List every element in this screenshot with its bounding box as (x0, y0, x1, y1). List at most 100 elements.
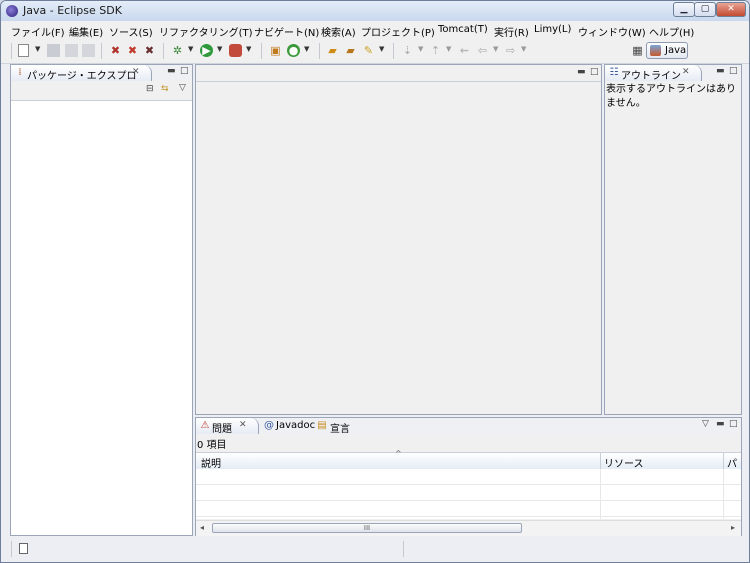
package-explorer-tab-label: パッケージ・エクスプロ (27, 71, 137, 82)
external-tools-dropdown-icon[interactable]: ▼ (246, 45, 251, 53)
minimize-button[interactable]: ▁ (673, 2, 695, 17)
back-icon[interactable]: ⇦ (476, 44, 489, 57)
column-path[interactable]: パ (727, 455, 737, 470)
open-perspective-icon[interactable]: ▦ (631, 44, 644, 57)
open-task-icon[interactable]: ▰ (344, 44, 357, 57)
scroll-right-icon[interactable]: ▸ (731, 523, 735, 532)
column-divider[interactable] (723, 453, 724, 469)
horizontal-scrollbar[interactable]: ◂ III ▸ (196, 520, 741, 536)
close-icon[interactable]: ✕ (682, 67, 690, 77)
problems-panel: ⚠ 問題 ✕ @ Javadoc ▤ 宣言 ▽ ▬ □ 0 項目 説明 ^ リソ… (195, 417, 742, 536)
menu-tomcat[interactable]: Tomcat(T) (438, 24, 488, 35)
new-dropdown-icon[interactable]: ▼ (35, 45, 40, 53)
menu-help[interactable]: ヘルプ(H) (649, 24, 694, 39)
debug-icon[interactable]: ✲ (171, 44, 184, 57)
java-perspective-label: Java (665, 45, 687, 56)
new-class-dropdown-icon[interactable]: ▼ (304, 45, 309, 53)
maximize-view-icon[interactable]: □ (729, 419, 738, 429)
title-bar: Java - Eclipse SDK ▁ ▢ ✕ (1, 1, 749, 22)
menu-refactor[interactable]: リファクタリング(T) (159, 24, 253, 39)
minimize-editor-icon[interactable]: ▬ (577, 67, 586, 77)
maximize-editor-icon[interactable]: □ (590, 67, 599, 77)
menu-search[interactable]: 検索(A) (321, 24, 356, 39)
search-dropdown-icon[interactable]: ▼ (379, 45, 384, 53)
package-explorer-tabstrip: ⁞ パッケージ・エクスプロ ✕ ▬ □ (11, 65, 192, 82)
forward-dropdown-icon[interactable]: ▼ (521, 45, 526, 53)
maximize-view-icon[interactable]: □ (180, 66, 189, 76)
next-annotation-icon[interactable]: ⇣ (401, 44, 414, 57)
close-icon[interactable]: ✕ (132, 67, 140, 77)
last-edit-icon[interactable]: ⇜ (458, 44, 471, 57)
outline-panel: ☷ アウトライン ✕ ▬ □ 表示するアウトラインはありません。 (604, 64, 742, 415)
problems-table-body[interactable] (196, 469, 741, 519)
javadoc-icon[interactable]: @ (263, 420, 275, 432)
editor-divider (196, 81, 601, 82)
view-menu-icon[interactable]: ▽ (702, 419, 709, 429)
view-menu-icon[interactable]: ▽ (179, 83, 186, 93)
save-icon[interactable] (47, 44, 60, 57)
tab-package-explorer[interactable]: ⁞ パッケージ・エクスプロ ✕ (11, 65, 152, 82)
forward-icon[interactable]: ⇨ (504, 44, 517, 57)
previous-annotation-icon[interactable]: ⇡ (429, 44, 442, 57)
back-dropdown-icon[interactable]: ▼ (493, 45, 498, 53)
scroll-left-icon[interactable]: ◂ (200, 523, 204, 532)
tab-problems[interactable]: ⚠ 問題 ✕ (196, 418, 259, 435)
eclipse-logo-icon (6, 5, 18, 17)
status-bar (1, 538, 749, 562)
toolbar-separator (163, 43, 164, 59)
scroll-thumb[interactable]: III (212, 523, 522, 533)
column-grid-line (723, 469, 724, 519)
new-package-icon[interactable]: ▣ (269, 44, 282, 57)
fast-view-icon[interactable] (19, 543, 28, 554)
link-with-editor-icon[interactable]: ⇆ (161, 84, 169, 94)
maximize-button[interactable]: ▢ (694, 2, 716, 17)
column-divider[interactable] (600, 453, 601, 469)
column-resource[interactable]: リソース (604, 455, 644, 470)
next-annotation-dropdown-icon[interactable]: ▼ (418, 45, 423, 53)
minimize-view-icon[interactable]: ▬ (716, 66, 725, 76)
collapse-all-icon[interactable]: ⊟ (146, 84, 154, 94)
open-type-icon[interactable]: ▰ (326, 44, 339, 57)
problems-tab-label: 問題 (212, 424, 232, 435)
package-explorer-tree[interactable] (11, 100, 192, 535)
search-icon[interactable]: ✎ (362, 44, 375, 57)
new-class-icon[interactable]: ● (287, 44, 300, 57)
menu-bar: ファイル(F) 編集(E) ソース(S) リファクタリング(T) ナビゲート(N… (1, 21, 749, 39)
menu-limy[interactable]: Limy(L) (534, 24, 571, 35)
maximize-view-icon[interactable]: □ (729, 66, 738, 76)
table-row (196, 485, 741, 501)
tab-declaration[interactable]: 宣言 (330, 420, 350, 435)
clean-icon[interactable]: ✖ (143, 44, 156, 57)
menu-file[interactable]: ファイル(F) (11, 24, 65, 39)
menu-run[interactable]: 実行(R) (494, 24, 529, 39)
menu-navigate[interactable]: ナビゲート(N) (254, 24, 319, 39)
external-tools-icon[interactable] (229, 44, 242, 57)
run-icon[interactable]: ▶ (200, 44, 213, 57)
menu-edit[interactable]: 編集(E) (69, 24, 103, 39)
run-dropdown-icon[interactable]: ▼ (217, 45, 222, 53)
close-button[interactable]: ✕ (716, 2, 746, 17)
debug-dropdown-icon[interactable]: ▼ (188, 45, 193, 53)
previous-annotation-dropdown-icon[interactable]: ▼ (446, 45, 451, 53)
package-explorer-icon: ⁞ (18, 67, 22, 78)
editor-area[interactable]: ▬ □ (195, 64, 602, 415)
new-file-icon[interactable] (18, 44, 29, 57)
toolbar-separator (11, 43, 12, 59)
declaration-icon[interactable]: ▤ (316, 420, 328, 432)
menu-window[interactable]: ウィンドウ(W) (578, 24, 646, 39)
tab-javadoc[interactable]: Javadoc (276, 420, 315, 431)
menu-source[interactable]: ソース(S) (109, 24, 153, 39)
print-icon[interactable] (82, 44, 95, 57)
java-perspective-button[interactable]: Java (646, 42, 688, 59)
menu-project[interactable]: プロジェクト(P) (361, 24, 435, 39)
build-icon[interactable]: ✖ (126, 44, 139, 57)
tab-outline[interactable]: ☷ アウトライン ✕ (605, 65, 702, 82)
hammer-icon[interactable]: ✖ (109, 44, 122, 57)
close-icon[interactable]: ✕ (239, 420, 247, 430)
minimize-view-icon[interactable]: ▬ (167, 66, 176, 76)
save-all-icon[interactable] (65, 44, 78, 57)
minimize-view-icon[interactable]: ▬ (716, 419, 725, 429)
column-description[interactable]: 説明 (201, 455, 221, 470)
toolbar-separator (261, 43, 262, 59)
java-perspective-icon (650, 45, 661, 56)
